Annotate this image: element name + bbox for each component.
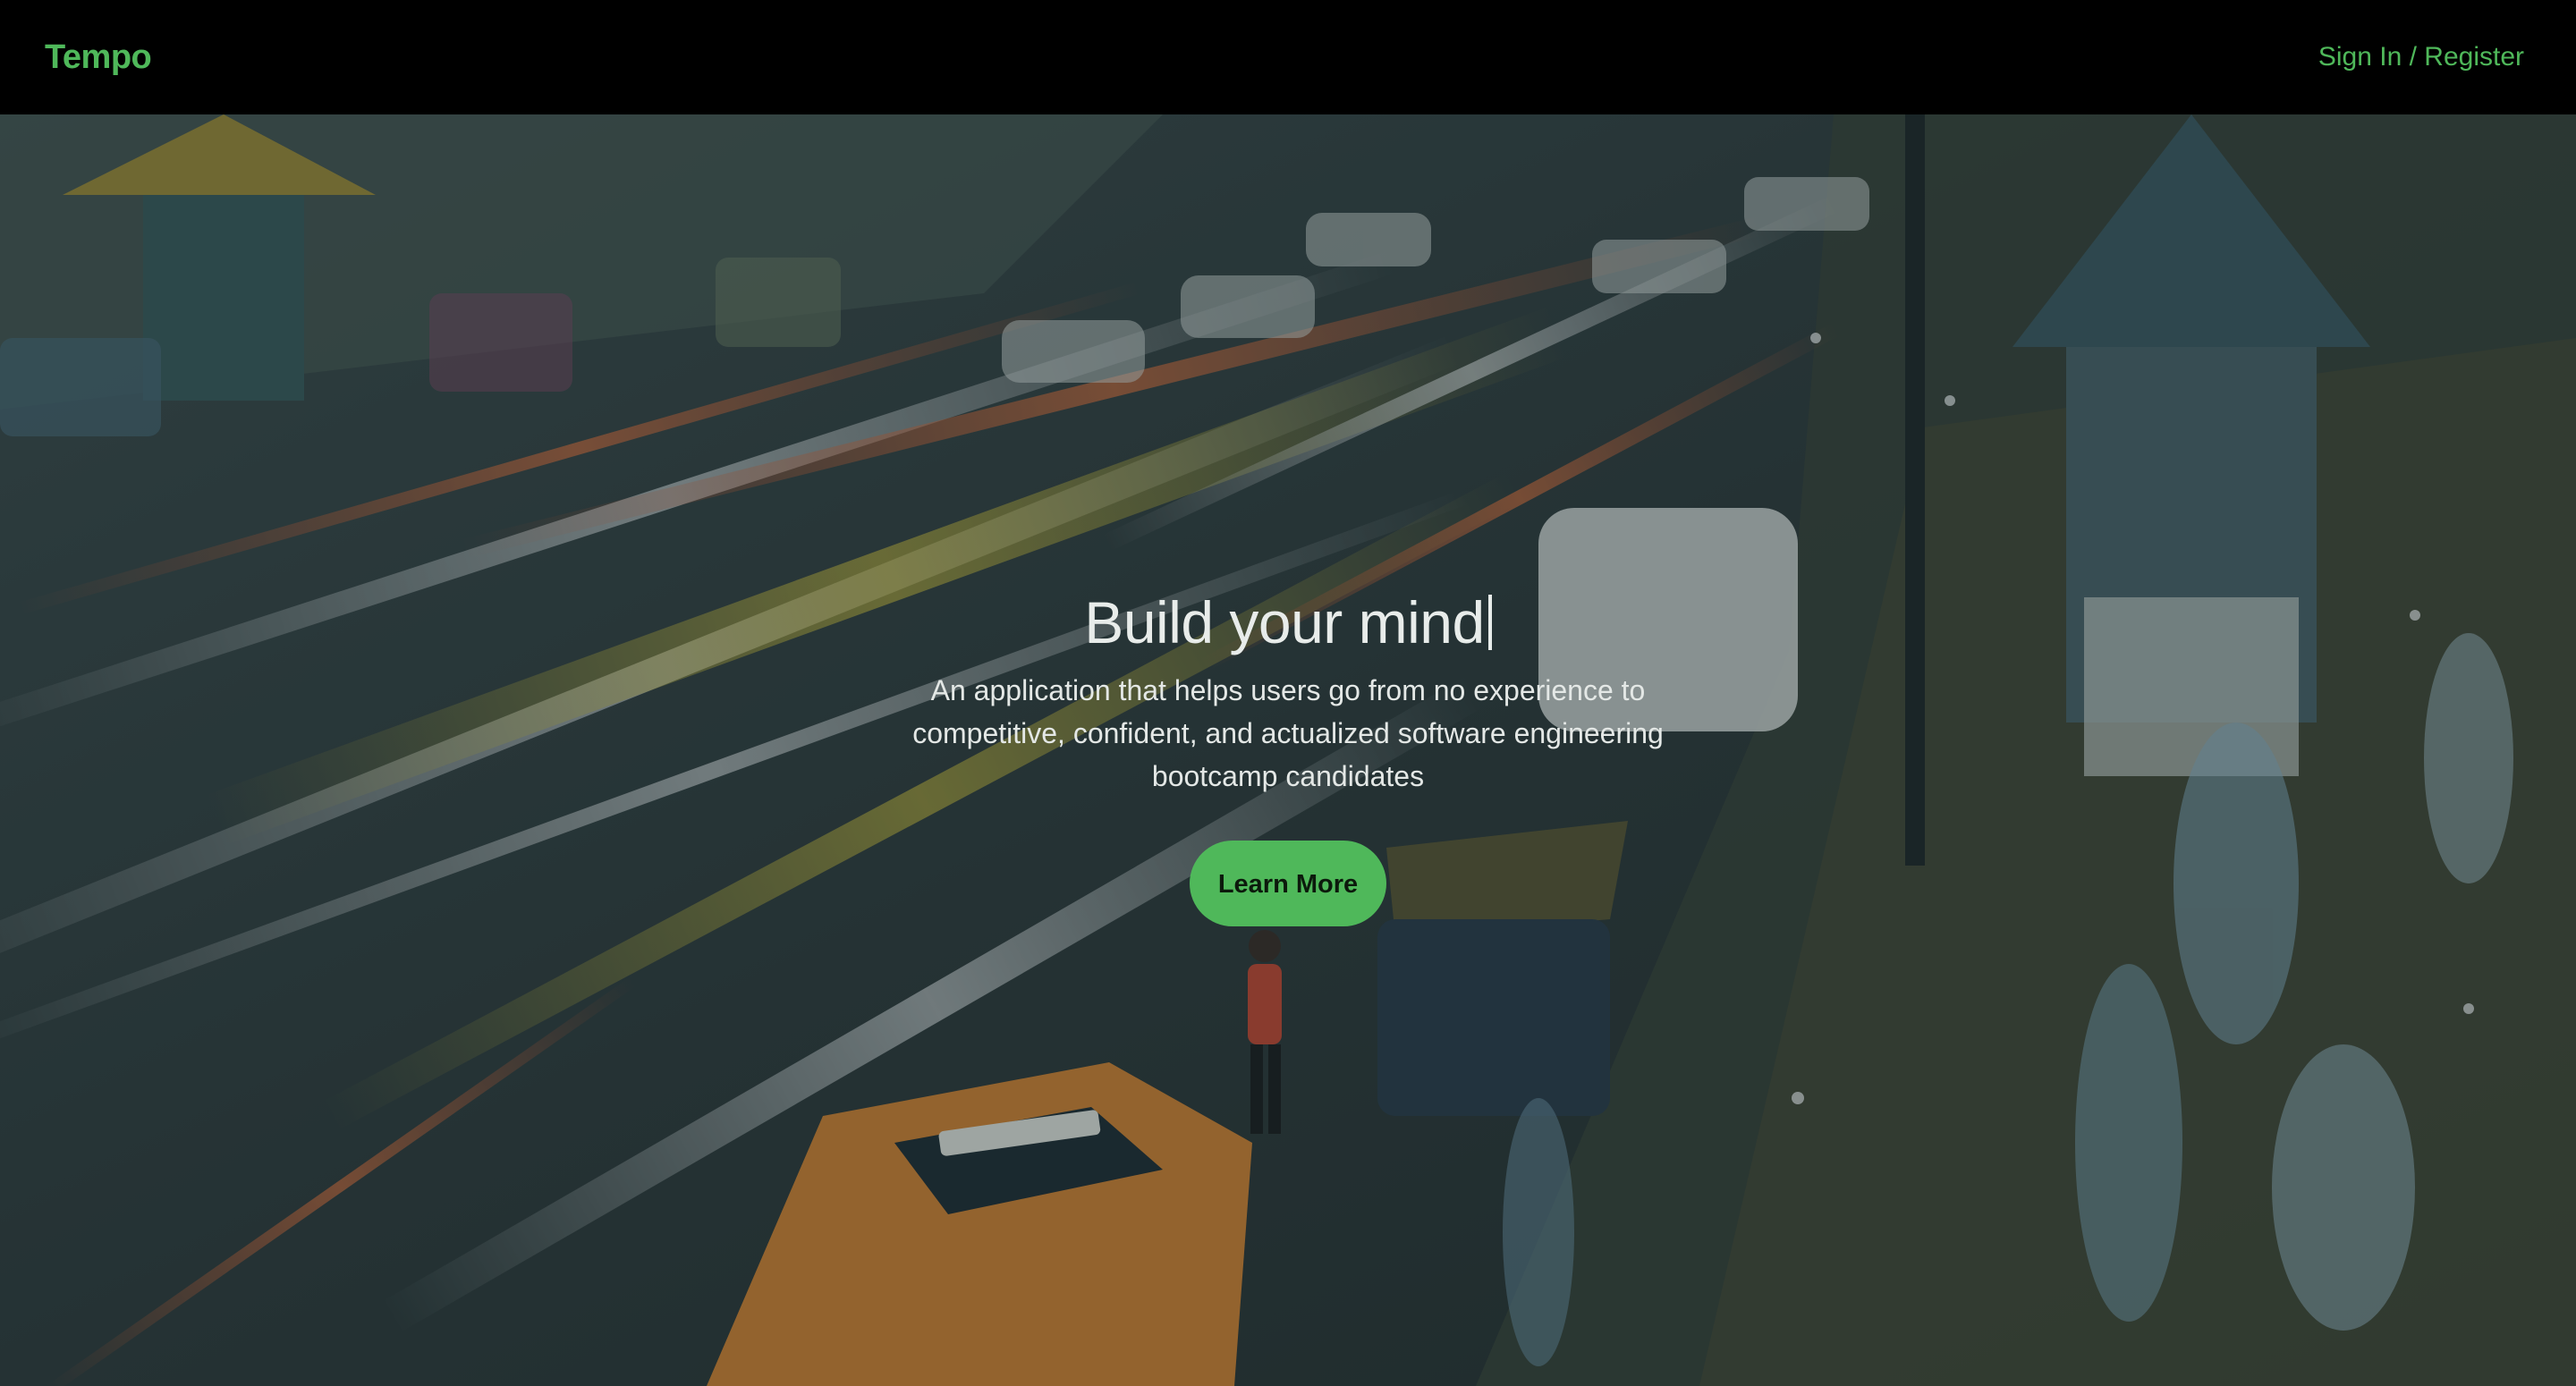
hero-subtitle: An application that helps users go from … [912,674,1664,792]
typing-cursor [1487,595,1492,650]
hero-section: Build your mind An application that help… [0,114,2576,1386]
brand-logo-link[interactable]: Tempo [45,38,152,77]
hero-content: Build your mind An application that help… [0,588,2576,926]
learn-more-button[interactable]: Learn More [1190,841,1386,926]
hero-title: Build your mind [0,588,2576,656]
top-navbar: Tempo Sign In / Register [0,0,2576,114]
sign-in-register-link[interactable]: Sign In / Register [2318,42,2524,72]
hero-title-text: Build your mind [1084,589,1485,655]
